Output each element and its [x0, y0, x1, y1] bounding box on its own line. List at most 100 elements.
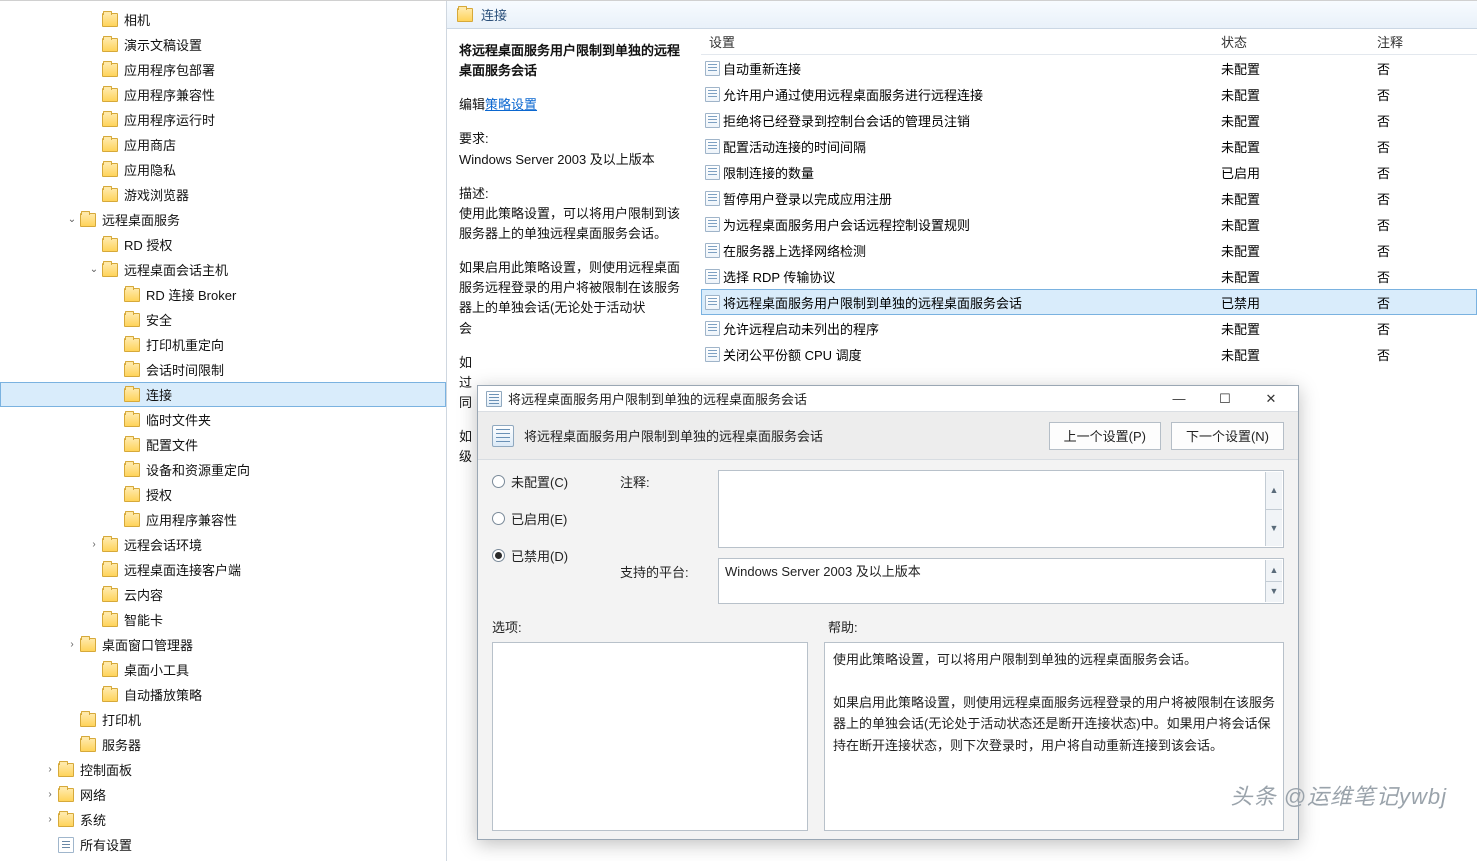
tree-item[interactable]: 智能卡	[0, 607, 446, 632]
help-label: 帮助:	[824, 617, 1284, 636]
cell-note: 否	[1377, 241, 1477, 260]
column-header-setting[interactable]: 设置	[701, 32, 1221, 51]
cell-state: 未配置	[1221, 137, 1377, 156]
tree-item[interactable]: 应用程序兼容性	[0, 507, 446, 532]
tree-item[interactable]: 云内容	[0, 582, 446, 607]
radio-dot-icon	[492, 549, 505, 562]
settings-row[interactable]: 选择 RDP 传输协议未配置否	[701, 263, 1477, 289]
column-header-state[interactable]: 状态	[1221, 32, 1377, 51]
tree-item[interactable]: 应用程序兼容性	[0, 82, 446, 107]
tree-item[interactable]: 设备和资源重定向	[0, 457, 446, 482]
twisty-spacer	[88, 39, 100, 51]
folder-icon	[124, 488, 140, 502]
cell-note: 否	[1377, 163, 1477, 182]
tree-item[interactable]: 应用商店	[0, 132, 446, 157]
tree-item[interactable]: 服务器	[0, 732, 446, 757]
chevron-right-icon[interactable]: ›	[44, 789, 56, 801]
tree-item[interactable]: 配置文件	[0, 432, 446, 457]
twisty-spacer	[110, 339, 122, 351]
note-label: 注释:	[620, 470, 710, 491]
tree-item[interactable]: ›系统	[0, 807, 446, 832]
twisty-spacer	[66, 714, 78, 726]
settings-row[interactable]: 将远程桌面服务用户限制到单独的远程桌面服务会话已禁用否	[701, 289, 1477, 315]
folder-icon	[124, 463, 140, 477]
settings-row[interactable]: 自动重新连接未配置否	[701, 55, 1477, 81]
settings-row[interactable]: 暂停用户登录以完成应用注册未配置否	[701, 185, 1477, 211]
tree-item[interactable]: ›远程会话环境	[0, 532, 446, 557]
tree-item-label: 应用隐私	[124, 160, 176, 179]
folder-icon	[102, 688, 118, 702]
scroll-up-icon[interactable]: ▲	[1265, 560, 1282, 582]
minimize-button[interactable]: —	[1156, 388, 1202, 410]
dialog-titlebar[interactable]: 将远程桌面服务用户限制到单独的远程桌面服务会话 — ☐ ✕	[478, 386, 1298, 412]
tree-item[interactable]: 所有设置	[0, 832, 446, 857]
settings-row[interactable]: 为远程桌面服务用户会话远程控制设置规则未配置否	[701, 211, 1477, 237]
scroll-down-icon[interactable]: ▼	[1265, 510, 1282, 547]
tree-item[interactable]: RD 连接 Broker	[0, 282, 446, 307]
scroll-down-icon[interactable]: ▼	[1265, 582, 1282, 603]
folder-icon	[102, 13, 118, 27]
folder-icon	[58, 788, 74, 802]
tree-item[interactable]: 打印机重定向	[0, 332, 446, 357]
tree-item[interactable]: ›桌面窗口管理器	[0, 632, 446, 657]
settings-row[interactable]: 允许远程启动未列出的程序未配置否	[701, 315, 1477, 341]
folder-icon	[58, 763, 74, 777]
twisty-spacer	[88, 239, 100, 251]
radio-disabled[interactable]: 已禁用(D)	[492, 546, 612, 565]
settings-row[interactable]: 配置活动连接的时间间隔未配置否	[701, 133, 1477, 159]
tree-item[interactable]: 相机	[0, 7, 446, 32]
tree-item[interactable]: 应用程序运行时	[0, 107, 446, 132]
chevron-right-icon[interactable]: ›	[44, 814, 56, 826]
chevron-right-icon[interactable]: ›	[66, 639, 78, 651]
next-setting-button[interactable]: 下一个设置(N)	[1171, 422, 1284, 450]
settings-row[interactable]: 限制连接的数量已启用否	[701, 159, 1477, 185]
maximize-button[interactable]: ☐	[1202, 388, 1248, 410]
folder-icon	[102, 38, 118, 52]
chevron-down-icon[interactable]: ⌄	[88, 264, 100, 276]
chevron-right-icon[interactable]: ›	[44, 764, 56, 776]
settings-row[interactable]: 拒绝将已经登录到控制台会话的管理员注销未配置否	[701, 107, 1477, 133]
chevron-right-icon[interactable]: ›	[88, 539, 100, 551]
tree-item[interactable]: 游戏浏览器	[0, 182, 446, 207]
tree-item[interactable]: 应用程序包部署	[0, 57, 446, 82]
tree-item[interactable]: 授权	[0, 482, 446, 507]
tree-item-label: 连接	[146, 385, 172, 404]
note-textarea[interactable]: ▲▼	[718, 470, 1284, 548]
options-box[interactable]	[492, 642, 808, 831]
column-header-note[interactable]: 注释	[1377, 32, 1477, 51]
cell-note: 否	[1377, 319, 1477, 338]
chevron-down-icon[interactable]: ⌄	[66, 214, 78, 226]
settings-row[interactable]: 允许用户通过使用远程桌面服务进行远程连接未配置否	[701, 81, 1477, 107]
previous-setting-button[interactable]: 上一个设置(P)	[1049, 422, 1161, 450]
tree-item[interactable]: ⌄远程桌面会话主机	[0, 257, 446, 282]
tree-item[interactable]: 演示文稿设置	[0, 32, 446, 57]
twisty-spacer	[44, 839, 56, 851]
tree-item[interactable]: 会话时间限制	[0, 357, 446, 382]
twisty-spacer	[88, 139, 100, 151]
tree-panel[interactable]: 相机演示文稿设置应用程序包部署应用程序兼容性应用程序运行时应用商店应用隐私游戏浏…	[0, 1, 447, 861]
policy-settings-link[interactable]: 策略设置	[485, 97, 537, 112]
tree-item[interactable]: 自动播放策略	[0, 682, 446, 707]
tree-item[interactable]: 连接	[0, 382, 446, 407]
help-box: 使用此策略设置，可以将用户限制到单独的远程桌面服务会话。 如果启用此策略设置，则…	[824, 642, 1284, 831]
description-truncated: 如	[459, 353, 689, 373]
tree-item[interactable]: RD 授权	[0, 232, 446, 257]
tree-item[interactable]: ⌄远程桌面服务	[0, 207, 446, 232]
tree-item[interactable]: 打印机	[0, 707, 446, 732]
close-button[interactable]: ✕	[1248, 388, 1294, 410]
tree-item[interactable]: ›网络	[0, 782, 446, 807]
scroll-up-icon[interactable]: ▲	[1265, 472, 1282, 510]
tree-item[interactable]: ›控制面板	[0, 757, 446, 782]
settings-row[interactable]: 在服务器上选择网络检测未配置否	[701, 237, 1477, 263]
policy-icon	[492, 425, 514, 447]
tree-item[interactable]: 应用隐私	[0, 157, 446, 182]
radio-not-configured[interactable]: 未配置(C)	[492, 472, 612, 491]
tree-item[interactable]: 桌面小工具	[0, 657, 446, 682]
radio-enabled[interactable]: 已启用(E)	[492, 509, 612, 528]
tree-item[interactable]: 临时文件夹	[0, 407, 446, 432]
tree-item[interactable]: 安全	[0, 307, 446, 332]
settings-row[interactable]: 关闭公平份额 CPU 调度未配置否	[701, 341, 1477, 367]
radio-dot-icon	[492, 512, 505, 525]
tree-item[interactable]: 远程桌面连接客户端	[0, 557, 446, 582]
twisty-spacer	[110, 414, 122, 426]
